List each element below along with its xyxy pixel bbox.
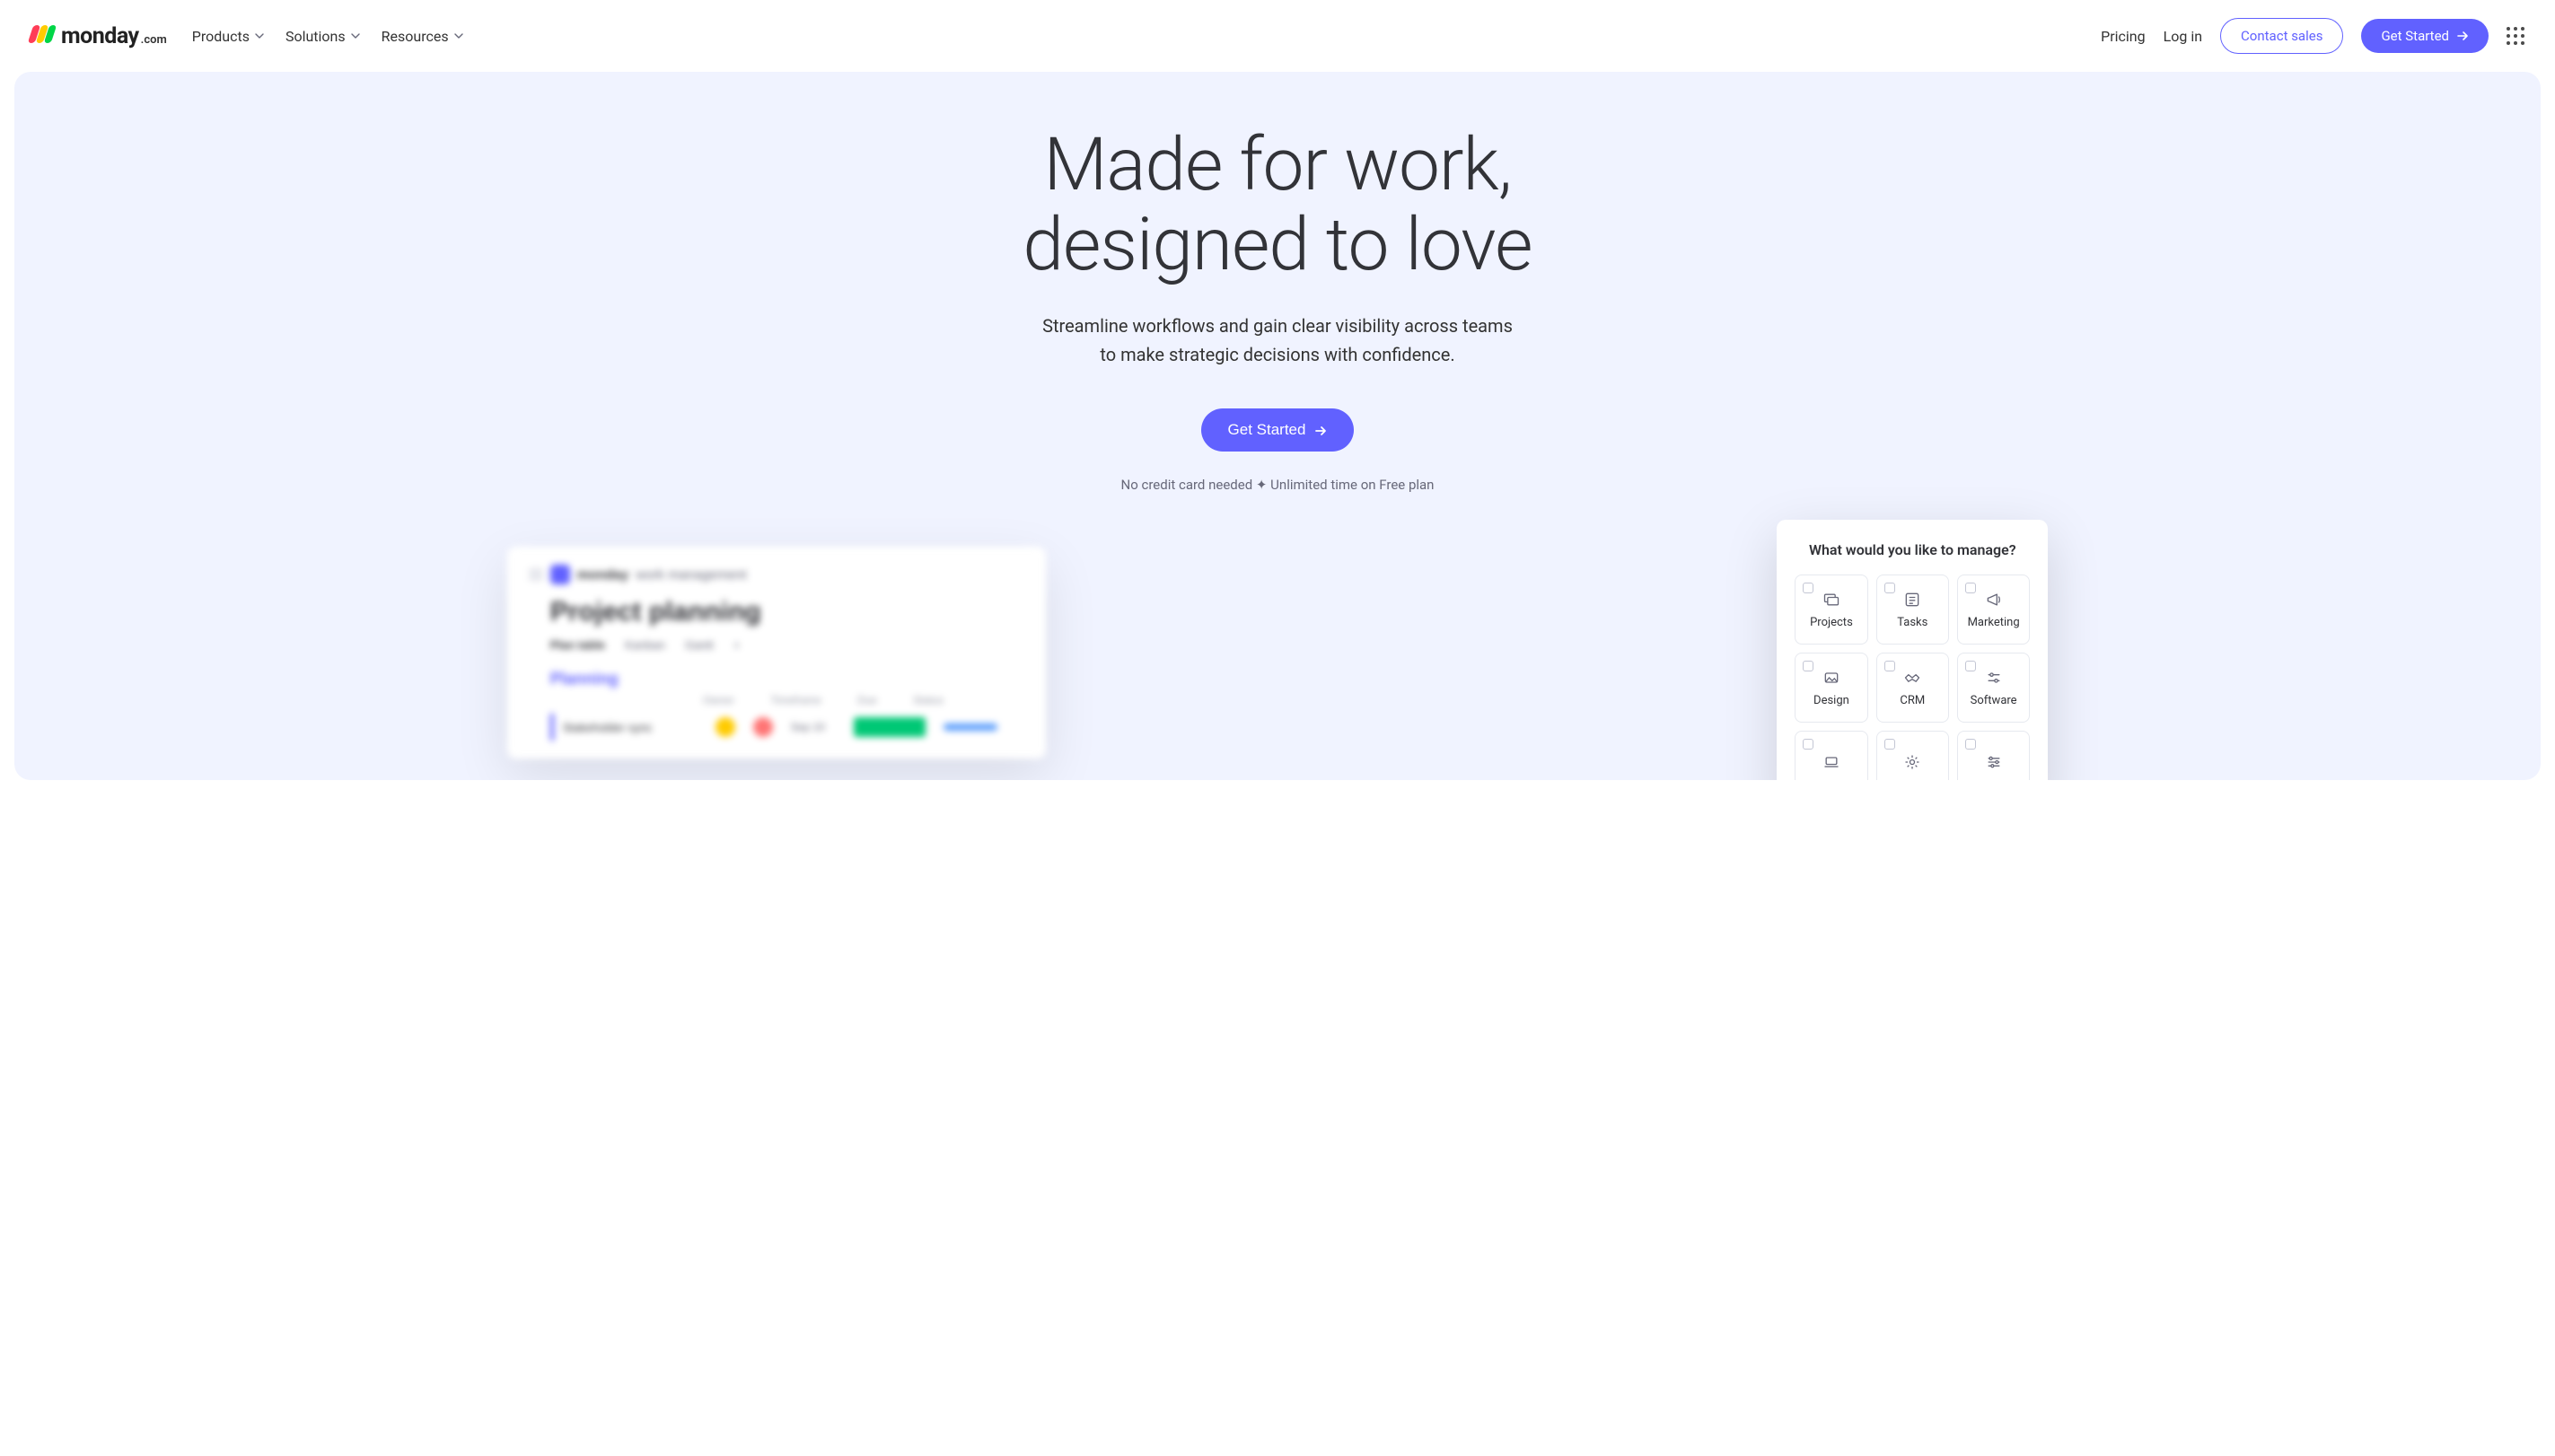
hero-subtitle-line2: to make strategic decisions with confide…	[1100, 344, 1454, 365]
manage-item-software[interactable]: Software	[1957, 653, 2030, 723]
hero-title: Made for work, designed to love	[874, 126, 1681, 285]
manage-item-projects[interactable]: Projects	[1795, 575, 1867, 645]
manage-item-design[interactable]: Design	[1795, 653, 1867, 723]
tasks-icon	[1903, 591, 1921, 609]
chevron-down-icon	[351, 31, 360, 40]
manage-item-product[interactable]	[1957, 731, 2030, 780]
product-sub: work management	[636, 567, 746, 583]
board-columns: Owner Timeframe Due Status	[703, 694, 1024, 706]
board-tab: Plan table	[550, 638, 605, 652]
header-left: monday .com Products Solutions Resources	[31, 23, 463, 49]
gear-icon	[1903, 753, 1921, 771]
hamburger-icon	[529, 569, 543, 580]
arrow-right-icon	[1314, 424, 1327, 436]
board-title: Project planning	[550, 597, 1024, 627]
manage-label: CRM	[1900, 694, 1925, 707]
hero-content: Made for work, designed to love Streamli…	[874, 126, 1681, 493]
adjust-icon	[1985, 753, 2003, 771]
nav-products[interactable]: Products	[192, 28, 264, 45]
board-row: Stakeholder sync Sep 10	[550, 714, 1024, 741]
board-tab: Kanban	[625, 638, 665, 652]
progress-bar-icon	[944, 724, 997, 731]
checkbox-icon	[1803, 661, 1813, 671]
logo-text: monday	[61, 23, 139, 49]
login-link[interactable]: Log in	[2164, 28, 2202, 45]
pricing-link[interactable]: Pricing	[2101, 28, 2146, 45]
manage-label: Marketing	[1968, 616, 2020, 629]
col: Timeframe	[770, 694, 821, 706]
row-name: Stakeholder sync	[563, 721, 698, 734]
nav-products-label: Products	[192, 28, 250, 45]
col: Status	[913, 694, 944, 706]
manage-card: What would you like to manage? Projects	[1777, 520, 2048, 780]
product-preview-card: monday work management Project planning …	[507, 547, 1046, 759]
hero-cta: Get Started	[874, 408, 1681, 452]
laptop-icon	[1822, 753, 1840, 771]
product-logo-icon	[550, 565, 570, 584]
chevron-down-icon	[454, 31, 463, 40]
get-started-hero-button[interactable]: Get Started	[1201, 408, 1355, 452]
get-started-header-button[interactable]: Get Started	[2361, 19, 2489, 53]
board-tabs: Plan table Kanban Gantt +	[550, 638, 1024, 652]
manage-item-it[interactable]	[1795, 731, 1867, 780]
checkbox-icon	[1884, 661, 1895, 671]
chevron-down-icon	[255, 31, 264, 40]
avatar-icon	[753, 717, 773, 737]
manage-card-title: What would you like to manage?	[1795, 541, 2030, 558]
arrow-right-icon	[2456, 30, 2469, 42]
get-started-hero-label: Get Started	[1228, 421, 1306, 439]
manage-label: Design	[1813, 694, 1849, 707]
manage-item-tasks[interactable]: Tasks	[1876, 575, 1949, 645]
logo[interactable]: monday .com	[31, 23, 167, 49]
nav-links: Products Solutions Resources	[192, 28, 463, 45]
apps-grid-icon[interactable]	[2507, 27, 2524, 45]
board-section: Planning	[550, 670, 1024, 689]
hero-title-line2: designed to love	[1023, 202, 1532, 288]
checkbox-icon	[1803, 739, 1813, 750]
checkbox-icon	[1803, 583, 1813, 593]
hero-note: No credit card needed ✦ Unlimited time o…	[874, 477, 1681, 493]
projects-icon	[1822, 591, 1840, 609]
hero-subtitle: Streamline workflows and gain clear visi…	[874, 311, 1681, 369]
manage-item-ops[interactable]	[1876, 731, 1949, 780]
manage-item-marketing[interactable]: Marketing	[1957, 575, 2030, 645]
sliders-icon	[1985, 669, 2003, 687]
status-badge	[854, 717, 926, 737]
contact-sales-button[interactable]: Contact sales	[2220, 18, 2343, 54]
board-tab: +	[733, 638, 741, 652]
nav-solutions-label: Solutions	[285, 28, 346, 45]
checkbox-icon	[1965, 583, 1976, 593]
logo-suffix: .com	[141, 33, 167, 47]
nav-resources-label: Resources	[382, 28, 449, 45]
manage-item-crm[interactable]: CRM	[1876, 653, 1949, 723]
header-right: Pricing Log in Contact sales Get Started	[2101, 18, 2524, 54]
top-nav: monday .com Products Solutions Resources	[0, 0, 2555, 72]
col: Due	[857, 694, 877, 706]
board-tab: Gantt	[685, 638, 714, 652]
megaphone-icon	[1985, 591, 2003, 609]
product-brand: monday	[577, 567, 629, 583]
contact-sales-label: Contact sales	[2241, 28, 2322, 44]
manage-grid: Projects Tasks Marketing	[1795, 575, 2030, 780]
logo-mark-icon	[31, 25, 54, 43]
nav-resources[interactable]: Resources	[382, 28, 463, 45]
manage-label: Tasks	[1897, 616, 1927, 629]
hero-title-line1: Made for work,	[1043, 122, 1511, 208]
hero-section: Made for work, designed to love Streamli…	[14, 72, 2541, 780]
nav-solutions[interactable]: Solutions	[285, 28, 360, 45]
row-date: Sep 10	[791, 721, 836, 733]
manage-label: Projects	[1810, 616, 1853, 629]
checkbox-icon	[1965, 661, 1976, 671]
design-icon	[1822, 669, 1840, 687]
handshake-icon	[1903, 669, 1921, 687]
hero-subtitle-line1: Streamline workflows and gain clear visi…	[1042, 315, 1513, 337]
checkbox-icon	[1884, 739, 1895, 750]
manage-label: Software	[1971, 694, 2017, 707]
preview-area: monday work management Project planning …	[14, 547, 2541, 780]
checkbox-icon	[1965, 739, 1976, 750]
checkbox-icon	[1884, 583, 1895, 593]
avatar-icon	[716, 717, 735, 737]
col: Owner	[703, 694, 734, 706]
get-started-header-label: Get Started	[2381, 28, 2449, 44]
